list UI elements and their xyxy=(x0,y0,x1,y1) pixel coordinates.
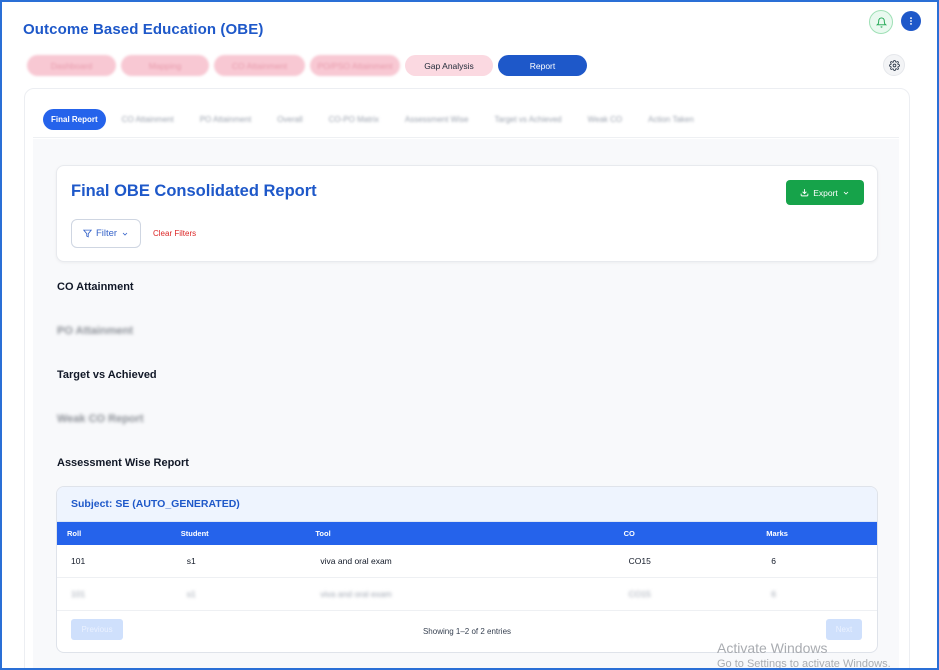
table-row: 101 s1 viva and oral exam CO15 6 xyxy=(57,545,877,578)
previous-button[interactable]: Previous xyxy=(71,619,123,640)
subtab-action-taken[interactable]: Action Taken xyxy=(638,109,704,130)
app-title: Outcome Based Education (OBE) xyxy=(23,21,264,38)
cell-tool: viva and oral exam xyxy=(320,589,392,599)
subject-card: Subject: SE (AUTO_GENERATED) Roll Studen… xyxy=(56,486,878,653)
table-header: Roll Student Tool CO Marks xyxy=(57,522,877,545)
subtab-target-vs-achieved[interactable]: Target vs Achieved xyxy=(484,109,571,130)
subtab-co-po-matrix[interactable]: CO-PO Matrix xyxy=(319,109,389,130)
download-icon xyxy=(800,189,809,197)
bell-icon xyxy=(875,17,887,28)
main-tabs: Dashboard Mapping CO Attainment PO/PSO A… xyxy=(27,55,587,76)
export-label: Export xyxy=(813,187,838,198)
table-row: 101 s1 viva and oral exam CO15 6 xyxy=(57,578,877,611)
subtab-weak-co[interactable]: Weak CO xyxy=(578,109,633,130)
export-button[interactable]: Export xyxy=(786,180,864,205)
filter-icon xyxy=(82,229,92,238)
subtab-po-attainment[interactable]: PO Attainment xyxy=(190,109,262,130)
subtab-assessment-wise[interactable]: Assessment Wise xyxy=(395,109,479,130)
tab-report[interactable]: Report xyxy=(498,55,587,76)
column-header-co[interactable]: CO xyxy=(615,529,758,538)
column-header-marks[interactable]: Marks xyxy=(757,529,877,538)
settings-button[interactable] xyxy=(883,54,905,76)
filter-button[interactable]: Filter xyxy=(71,219,141,248)
gear-icon xyxy=(888,59,900,71)
weak-co-heading: Weak CO Report xyxy=(57,413,144,425)
tab-gap-analysis[interactable]: Gap Analysis xyxy=(405,55,493,76)
next-button[interactable]: Next xyxy=(826,619,862,640)
column-header-tool[interactable]: Tool xyxy=(306,529,614,538)
activation-watermark-title: Activate Windows xyxy=(717,640,828,656)
tab-dashboard[interactable]: Dashboard xyxy=(27,55,116,76)
tab-po-pso-attainment[interactable]: PO/PSO Attainment xyxy=(310,55,400,76)
filter-label: Filter xyxy=(95,228,118,239)
report-header-card: Final OBE Consolidated Report Export Fil… xyxy=(56,165,878,262)
chevron-down-icon xyxy=(843,191,849,195)
entries-count: Showing 1–2 of 2 entries xyxy=(422,627,512,636)
column-header-roll[interactable]: Roll xyxy=(57,529,173,538)
more-vertical-icon xyxy=(910,17,912,25)
target-vs-achieved-heading: Target vs Achieved xyxy=(57,369,157,381)
cell-student: s1 xyxy=(186,556,196,566)
menu-button[interactable] xyxy=(901,11,921,31)
subtab-final-report[interactable]: Final Report xyxy=(43,109,106,130)
cell-roll: 101 xyxy=(71,589,86,599)
cell-tool: viva and oral exam xyxy=(320,556,392,566)
app-window: Outcome Based Education (OBE) Dashboard … xyxy=(0,0,939,670)
cell-marks: 6 xyxy=(771,556,777,566)
cell-co: CO15 xyxy=(628,589,651,599)
cell-student: s1 xyxy=(186,589,196,599)
notifications-button[interactable] xyxy=(869,10,893,34)
cell-co: CO15 xyxy=(628,556,651,566)
po-attainment-heading: PO Attainment xyxy=(57,325,133,337)
clear-filters-link[interactable]: Clear Filters xyxy=(153,229,196,238)
sub-tabs: Final Report CO Attainment PO Attainment… xyxy=(33,102,899,138)
page-title: Final OBE Consolidated Report xyxy=(71,182,317,200)
co-attainment-heading: CO Attainment xyxy=(57,281,134,293)
column-header-student[interactable]: Student xyxy=(173,529,307,538)
cell-roll: 101 xyxy=(71,556,86,566)
activation-watermark-text: Go to Settings to activate Windows. xyxy=(717,658,891,670)
cell-marks: 6 xyxy=(771,589,777,599)
chevron-down-icon xyxy=(122,232,128,236)
assessment-wise-heading: Assessment Wise Report xyxy=(57,457,189,469)
subject-title: Subject: SE (AUTO_GENERATED) xyxy=(57,487,877,522)
subtab-co-attainment[interactable]: CO Attainment xyxy=(112,109,184,130)
tab-co-attainment[interactable]: CO Attainment xyxy=(214,55,305,76)
tab-mapping[interactable]: Mapping xyxy=(121,55,209,76)
subtab-overall[interactable]: Overall xyxy=(267,109,312,130)
